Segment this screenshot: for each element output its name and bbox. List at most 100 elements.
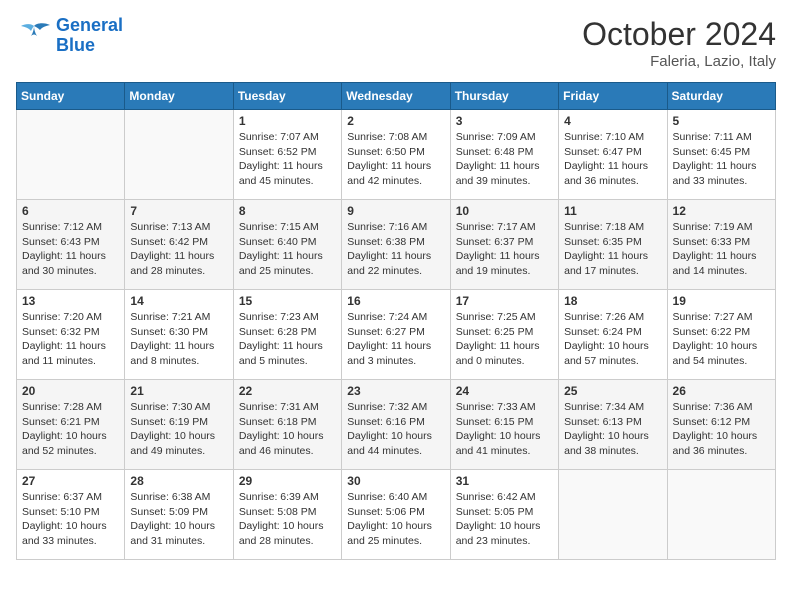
day-info: Sunrise: 7:31 AM Sunset: 6:18 PM Dayligh… xyxy=(239,400,336,459)
day-info: Sunrise: 7:28 AM Sunset: 6:21 PM Dayligh… xyxy=(22,400,119,459)
calendar-cell: 10 Sunrise: 7:17 AM Sunset: 6:37 PM Dayli… xyxy=(450,200,558,290)
day-header-thursday: Thursday xyxy=(450,83,558,110)
calendar-cell: 13 Sunrise: 7:20 AM Sunset: 6:32 PM Dayli… xyxy=(17,290,125,380)
calendar-cell: 22 Sunrise: 7:31 AM Sunset: 6:18 PM Dayli… xyxy=(233,380,341,470)
calendar-cell: 6Sunrise: 7:12 AM Sunset: 6:43 PM Daylig… xyxy=(17,200,125,290)
calendar-cell: 3 Sunrise: 7:09 AM Sunset: 6:48 PM Daylig… xyxy=(450,110,558,200)
day-number: 17 xyxy=(456,294,553,308)
calendar-week-row: 20 Sunrise: 7:28 AM Sunset: 6:21 PM Dayli… xyxy=(17,380,776,470)
calendar-cell: 17 Sunrise: 7:25 AM Sunset: 6:25 PM Dayli… xyxy=(450,290,558,380)
day-number: 22 xyxy=(239,384,336,398)
day-number: 16 xyxy=(347,294,444,308)
calendar-cell: 29 Sunrise: 6:39 AM Sunset: 5:08 PM Dayli… xyxy=(233,470,341,560)
day-info: Sunrise: 7:32 AM Sunset: 6:16 PM Dayligh… xyxy=(347,400,444,459)
calendar-cell: 8 Sunrise: 7:15 AM Sunset: 6:40 PM Daylig… xyxy=(233,200,341,290)
day-number: 29 xyxy=(239,474,336,488)
day-number: 14 xyxy=(130,294,227,308)
calendar-week-row: 27 Sunrise: 6:37 AM Sunset: 5:10 PM Dayli… xyxy=(17,470,776,560)
day-info: Sunrise: 7:24 AM Sunset: 6:27 PM Dayligh… xyxy=(347,310,444,369)
calendar-cell: 19 Sunrise: 7:27 AM Sunset: 6:22 PM Dayli… xyxy=(667,290,775,380)
calendar-cell: 4 Sunrise: 7:10 AM Sunset: 6:47 PM Daylig… xyxy=(559,110,667,200)
calendar-cell xyxy=(17,110,125,200)
day-info: Sunrise: 7:11 AM Sunset: 6:45 PM Dayligh… xyxy=(673,130,770,189)
logo-name: General Blue xyxy=(56,16,123,56)
calendar-cell: 20 Sunrise: 7:28 AM Sunset: 6:21 PM Dayli… xyxy=(17,380,125,470)
day-info: Sunrise: 6:38 AM Sunset: 5:09 PM Dayligh… xyxy=(130,490,227,549)
day-number: 7 xyxy=(130,204,227,218)
day-header-sunday: Sunday xyxy=(17,83,125,110)
calendar-cell: 24Sunrise: 7:33 AM Sunset: 6:15 PM Dayli… xyxy=(450,380,558,470)
day-header-tuesday: Tuesday xyxy=(233,83,341,110)
day-number: 18 xyxy=(564,294,661,308)
day-info: Sunrise: 7:09 AM Sunset: 6:48 PM Dayligh… xyxy=(456,130,553,189)
calendar-cell: 12Sunrise: 7:19 AM Sunset: 6:33 PM Dayli… xyxy=(667,200,775,290)
day-info: Sunrise: 7:13 AM Sunset: 6:42 PM Dayligh… xyxy=(130,220,227,279)
day-info: Sunrise: 7:17 AM Sunset: 6:37 PM Dayligh… xyxy=(456,220,553,279)
day-number: 10 xyxy=(456,204,553,218)
day-info: Sunrise: 7:15 AM Sunset: 6:40 PM Dayligh… xyxy=(239,220,336,279)
day-info: Sunrise: 7:30 AM Sunset: 6:19 PM Dayligh… xyxy=(130,400,227,459)
calendar-header-row: SundayMondayTuesdayWednesdayThursdayFrid… xyxy=(17,83,776,110)
day-number: 19 xyxy=(673,294,770,308)
day-number: 27 xyxy=(22,474,119,488)
day-header-monday: Monday xyxy=(125,83,233,110)
day-info: Sunrise: 6:42 AM Sunset: 5:05 PM Dayligh… xyxy=(456,490,553,549)
day-info: Sunrise: 7:20 AM Sunset: 6:32 PM Dayligh… xyxy=(22,310,119,369)
calendar-cell: 30Sunrise: 6:40 AM Sunset: 5:06 PM Dayli… xyxy=(342,470,450,560)
month-title: October 2024 xyxy=(582,16,776,53)
calendar-cell: 5 Sunrise: 7:11 AM Sunset: 6:45 PM Daylig… xyxy=(667,110,775,200)
calendar-cell: 21 Sunrise: 7:30 AM Sunset: 6:19 PM Dayli… xyxy=(125,380,233,470)
calendar-cell: 2 Sunrise: 7:08 AM Sunset: 6:50 PM Daylig… xyxy=(342,110,450,200)
day-info: Sunrise: 7:18 AM Sunset: 6:35 PM Dayligh… xyxy=(564,220,661,279)
day-info: Sunrise: 7:23 AM Sunset: 6:28 PM Dayligh… xyxy=(239,310,336,369)
calendar-cell: 18 Sunrise: 7:26 AM Sunset: 6:24 PM Dayli… xyxy=(559,290,667,380)
logo-icon xyxy=(16,21,52,51)
day-number: 3 xyxy=(456,114,553,128)
day-number: 25 xyxy=(564,384,661,398)
day-number: 9 xyxy=(347,204,444,218)
page-header: General Blue October 2024 Faleria, Lazio… xyxy=(16,16,776,70)
day-number: 20 xyxy=(22,384,119,398)
calendar-table: SundayMondayTuesdayWednesdayThursdayFrid… xyxy=(16,82,776,560)
day-info: Sunrise: 7:21 AM Sunset: 6:30 PM Dayligh… xyxy=(130,310,227,369)
day-info: Sunrise: 6:37 AM Sunset: 5:10 PM Dayligh… xyxy=(22,490,119,549)
calendar-cell: 25 Sunrise: 7:34 AM Sunset: 6:13 PM Dayli… xyxy=(559,380,667,470)
day-number: 15 xyxy=(239,294,336,308)
day-header-saturday: Saturday xyxy=(667,83,775,110)
calendar-cell xyxy=(125,110,233,200)
calendar-week-row: 1Sunrise: 7:07 AM Sunset: 6:52 PM Daylig… xyxy=(17,110,776,200)
day-header-wednesday: Wednesday xyxy=(342,83,450,110)
calendar-cell: 9Sunrise: 7:16 AM Sunset: 6:38 PM Daylig… xyxy=(342,200,450,290)
day-header-friday: Friday xyxy=(559,83,667,110)
day-number: 12 xyxy=(673,204,770,218)
calendar-cell xyxy=(667,470,775,560)
calendar-cell: 26 Sunrise: 7:36 AM Sunset: 6:12 PM Dayli… xyxy=(667,380,775,470)
calendar-cell: 31Sunrise: 6:42 AM Sunset: 5:05 PM Dayli… xyxy=(450,470,558,560)
day-number: 26 xyxy=(673,384,770,398)
day-info: Sunrise: 6:39 AM Sunset: 5:08 PM Dayligh… xyxy=(239,490,336,549)
calendar-cell: 27 Sunrise: 6:37 AM Sunset: 5:10 PM Dayli… xyxy=(17,470,125,560)
day-number: 21 xyxy=(130,384,227,398)
calendar-cell xyxy=(559,470,667,560)
day-number: 13 xyxy=(22,294,119,308)
day-info: Sunrise: 7:34 AM Sunset: 6:13 PM Dayligh… xyxy=(564,400,661,459)
day-info: Sunrise: 7:12 AM Sunset: 6:43 PM Dayligh… xyxy=(22,220,119,279)
day-number: 8 xyxy=(239,204,336,218)
calendar-cell: 16 Sunrise: 7:24 AM Sunset: 6:27 PM Dayli… xyxy=(342,290,450,380)
day-number: 30 xyxy=(347,474,444,488)
logo: General Blue xyxy=(16,16,123,56)
day-info: Sunrise: 7:36 AM Sunset: 6:12 PM Dayligh… xyxy=(673,400,770,459)
calendar-week-row: 6Sunrise: 7:12 AM Sunset: 6:43 PM Daylig… xyxy=(17,200,776,290)
day-number: 2 xyxy=(347,114,444,128)
calendar-cell: 1Sunrise: 7:07 AM Sunset: 6:52 PM Daylig… xyxy=(233,110,341,200)
day-number: 4 xyxy=(564,114,661,128)
day-number: 5 xyxy=(673,114,770,128)
day-info: Sunrise: 7:27 AM Sunset: 6:22 PM Dayligh… xyxy=(673,310,770,369)
day-info: Sunrise: 7:26 AM Sunset: 6:24 PM Dayligh… xyxy=(564,310,661,369)
day-info: Sunrise: 7:25 AM Sunset: 6:25 PM Dayligh… xyxy=(456,310,553,369)
calendar-cell: 11Sunrise: 7:18 AM Sunset: 6:35 PM Dayli… xyxy=(559,200,667,290)
day-number: 28 xyxy=(130,474,227,488)
day-info: Sunrise: 7:08 AM Sunset: 6:50 PM Dayligh… xyxy=(347,130,444,189)
calendar-cell: 7 Sunrise: 7:13 AM Sunset: 6:42 PM Daylig… xyxy=(125,200,233,290)
day-info: Sunrise: 7:10 AM Sunset: 6:47 PM Dayligh… xyxy=(564,130,661,189)
